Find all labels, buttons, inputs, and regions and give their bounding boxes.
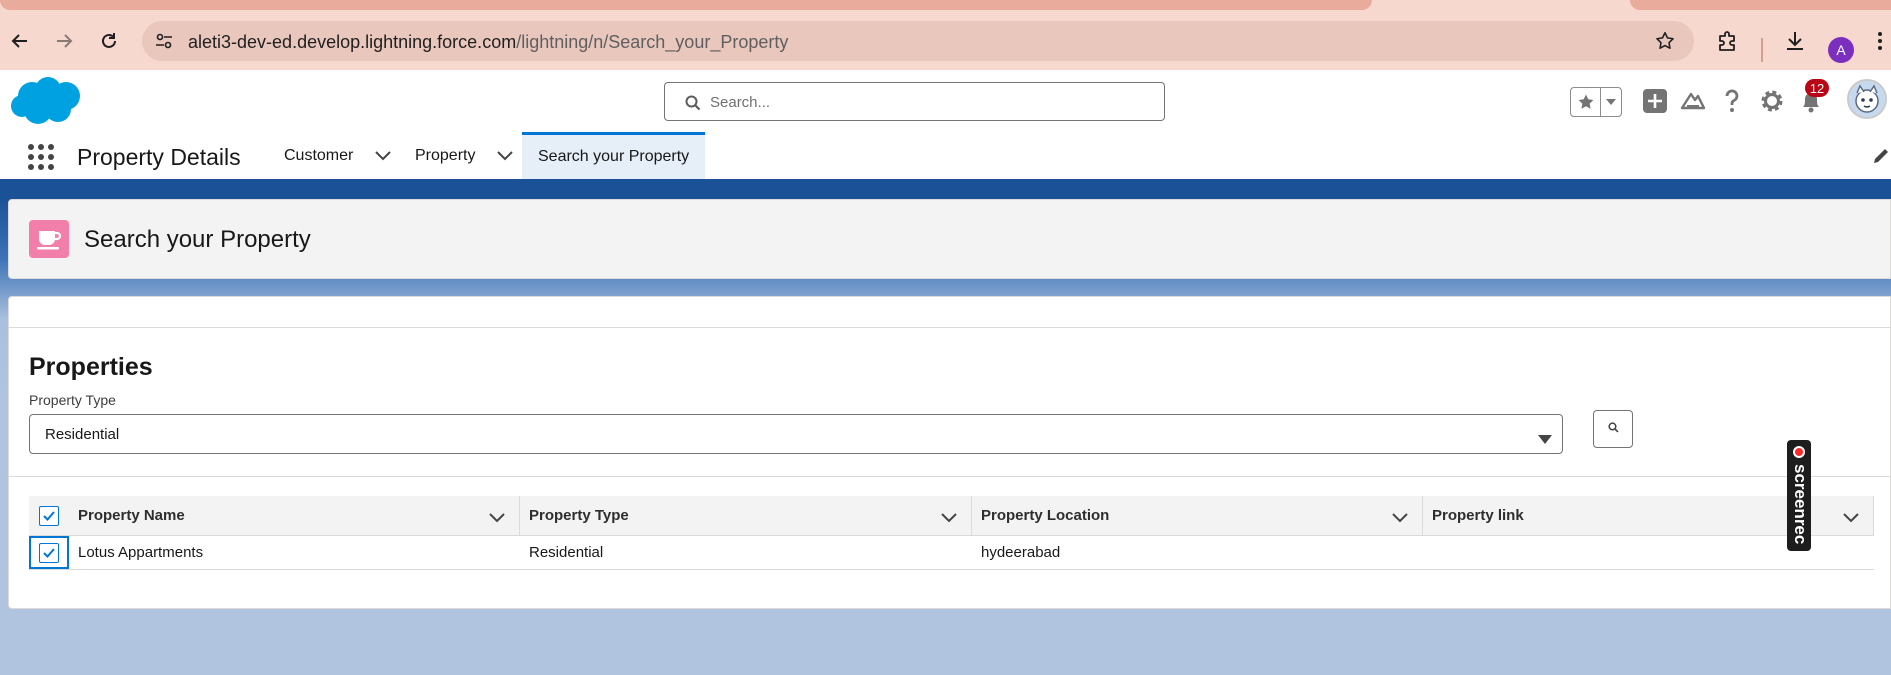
chevron-down-icon[interactable] [1392, 510, 1408, 527]
browser-tab-strip [0, 0, 1891, 10]
column-header-property-name[interactable]: Property Name [69, 496, 520, 535]
chevron-down-icon[interactable] [375, 150, 392, 161]
page-title: Search your Property [84, 226, 311, 253]
bookmark-star-icon[interactable] [1654, 30, 1676, 57]
browser-profile-avatar[interactable]: A [1828, 37, 1854, 63]
kebab-menu-icon[interactable] [1876, 29, 1884, 58]
card-title: Properties [29, 353, 153, 381]
reload-icon[interactable] [95, 27, 123, 55]
nav-item-customer[interactable]: Customer [284, 132, 392, 179]
property-type-select[interactable]: Residential [29, 414, 1563, 454]
edit-nav-pencil-icon[interactable] [1872, 147, 1890, 170]
app-launcher-icon[interactable] [28, 144, 54, 170]
search-button[interactable] [1593, 410, 1633, 448]
screenrec-widget[interactable]: screenrec [1787, 440, 1811, 551]
trailhead-icon[interactable] [1680, 88, 1706, 119]
url-text: aleti3-dev-ed.develop.lightning.force.co… [188, 32, 789, 52]
setup-gear-icon[interactable] [1759, 88, 1785, 119]
nav-item-property[interactable]: Property [415, 132, 514, 179]
chevron-down-icon[interactable] [497, 150, 514, 161]
forward-icon[interactable] [50, 27, 78, 55]
cell-property-name: Lotus Appartments [78, 544, 204, 561]
back-icon[interactable] [6, 27, 34, 55]
column-header-property-location[interactable]: Property Location [972, 496, 1423, 535]
cell-property-type: Residential [529, 544, 604, 561]
search-icon [1607, 420, 1619, 438]
global-actions-plus-icon[interactable] [1642, 88, 1668, 119]
header-band [0, 179, 1891, 199]
help-icon[interactable] [1720, 88, 1744, 119]
salesforce-cloud-logo[interactable] [10, 76, 84, 133]
global-search-box[interactable] [664, 82, 1165, 121]
nav-item-search-your-property[interactable]: Search your Property [522, 132, 706, 179]
cell-property-location: hydeerabad [981, 544, 1061, 561]
site-info-icon[interactable] [154, 31, 174, 56]
select-all-checkbox-cell[interactable] [29, 496, 69, 535]
user-avatar[interactable] [1847, 79, 1887, 119]
search-icon [685, 95, 701, 116]
browser-tab[interactable] [1630, 0, 1891, 10]
row-checkbox[interactable] [39, 542, 59, 563]
browser-tab-active[interactable] [0, 0, 1372, 10]
caret-down-icon [1538, 431, 1552, 449]
extensions-icon[interactable] [1716, 29, 1740, 58]
chevron-down-icon[interactable] [489, 510, 505, 527]
browser-toolbar: aleti3-dev-ed.develop.lightning.force.co… [0, 10, 1891, 70]
page-header: Search your Property [8, 199, 1891, 279]
cup-icon [29, 220, 69, 258]
screenrec-label: screenrec [1791, 464, 1810, 545]
select-all-checkbox[interactable] [39, 505, 59, 526]
table-row[interactable]: Lotus Appartments Residential hydeerabad [29, 536, 1874, 570]
app-name: Property Details [77, 144, 241, 170]
favorites-dropdown-icon[interactable] [1601, 88, 1621, 116]
favorites-star-icon[interactable] [1571, 88, 1601, 116]
toolbar-separator [1761, 38, 1763, 62]
app-navigation-bar: Property Details Customer Property Searc… [0, 132, 1891, 179]
column-header-property-type[interactable]: Property Type [520, 496, 972, 535]
global-search-input[interactable] [710, 91, 1140, 113]
property-type-label: Property Type [29, 392, 116, 408]
notification-count-badge: 12 [1805, 79, 1829, 97]
favorites-button-group [1570, 87, 1622, 117]
property-type-value: Residential [45, 426, 120, 443]
download-icon[interactable] [1783, 29, 1807, 58]
row-checkbox-cell[interactable] [29, 536, 69, 569]
card-divider [9, 327, 1890, 328]
record-dot-icon [1793, 446, 1805, 458]
address-bar[interactable]: aleti3-dev-ed.develop.lightning.force.co… [142, 21, 1694, 61]
properties-card: Properties Property Type Residential Pro… [8, 296, 1891, 609]
global-header: 12 [0, 70, 1891, 132]
chevron-down-icon[interactable] [941, 510, 957, 527]
card-divider [9, 476, 1890, 477]
table-header-row: Property Name Property Type Property Loc… [29, 496, 1874, 536]
chevron-down-icon[interactable] [1843, 510, 1859, 527]
